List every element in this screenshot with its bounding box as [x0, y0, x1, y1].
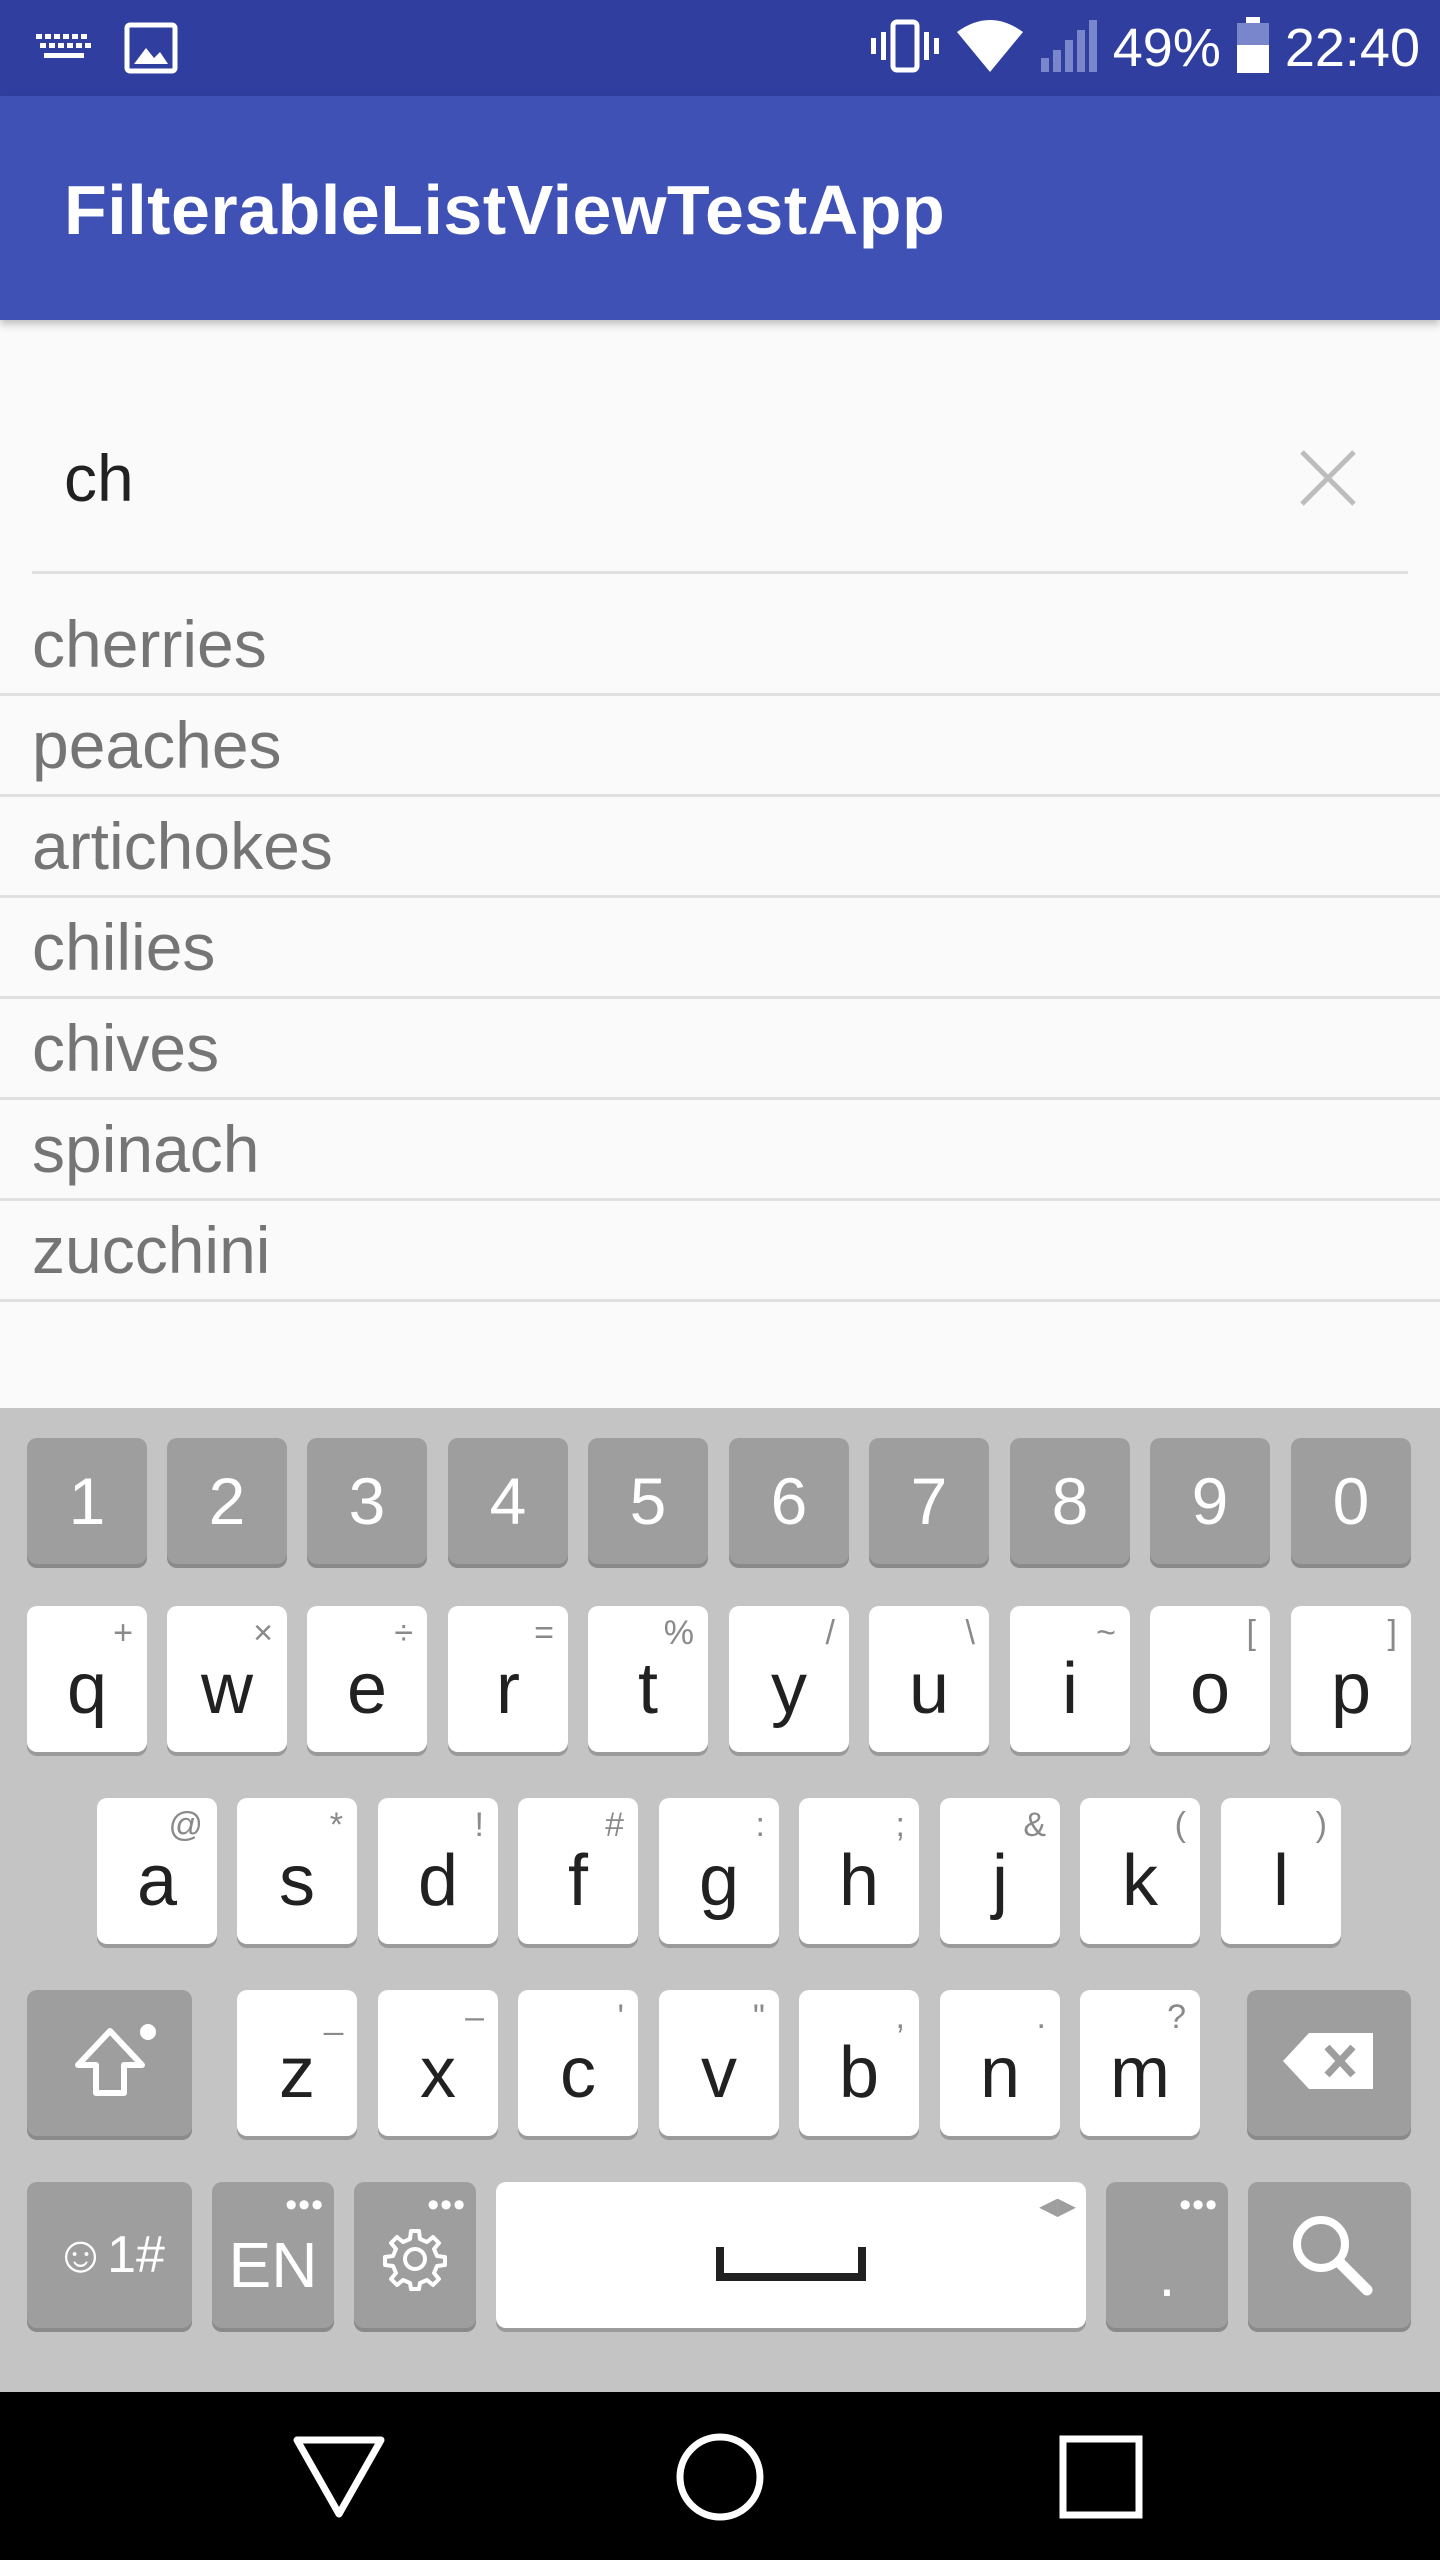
- key-a[interactable]: @ a: [97, 1798, 217, 1944]
- clock: 22:40: [1284, 18, 1420, 78]
- signal-icon: [1039, 18, 1099, 79]
- more-dots: •••: [285, 2186, 324, 2224]
- key-0[interactable]: 0: [1291, 1438, 1411, 1564]
- key-1[interactable]: 1: [27, 1438, 147, 1564]
- space-key[interactable]: ◀▶: [496, 2182, 1086, 2328]
- key-d[interactable]: ! d: [378, 1798, 498, 1944]
- shift-indicator: [140, 2024, 156, 2040]
- soft-keyboard: 1 2 3 4 5 6 7 8 9 0 + q × w ÷ e = r % t / y \ u…: [0, 1408, 1440, 2392]
- key-c[interactable]: ' c: [518, 1990, 638, 2136]
- key-n[interactable]: .n: [940, 1990, 1060, 2136]
- app-title: FilterableListViewTestApp: [64, 171, 946, 249]
- vibrate-icon: [869, 18, 941, 79]
- status-icons: 49% 22:40: [869, 0, 1420, 96]
- settings-icon: [383, 2227, 447, 2296]
- navigation-bar: [0, 2392, 1440, 2560]
- backspace-icon: [1281, 2029, 1377, 2098]
- keyboard-icon: [36, 30, 92, 71]
- key-p[interactable]: ] p: [1291, 1606, 1411, 1752]
- key-b[interactable]: ,b: [799, 1990, 919, 2136]
- settings-key[interactable]: •••: [354, 2182, 476, 2328]
- key-u[interactable]: \ u: [869, 1606, 989, 1752]
- shift-icon: [70, 2021, 150, 2106]
- key-q[interactable]: + q: [27, 1606, 147, 1752]
- key-o[interactable]: [o: [1150, 1606, 1270, 1752]
- key-w[interactable]: × w: [167, 1606, 287, 1752]
- search-key[interactable]: [1248, 2182, 1411, 2328]
- status-bar: 49% 22:40: [0, 0, 1440, 96]
- search-underline: [32, 571, 1408, 574]
- space-icon: [716, 2243, 866, 2288]
- search-input[interactable]: ch: [64, 440, 134, 516]
- key-5[interactable]: 5: [588, 1438, 708, 1564]
- key-g[interactable]: :g: [659, 1798, 779, 1944]
- list-item[interactable]: zucchini: [0, 1201, 1440, 1302]
- key-s[interactable]: * s: [237, 1798, 357, 1944]
- battery-icon: [1235, 16, 1271, 80]
- key-e[interactable]: ÷ e: [307, 1606, 427, 1752]
- key-t[interactable]: % t: [588, 1606, 708, 1752]
- language-key[interactable]: ••• EN: [212, 2182, 334, 2328]
- list-item[interactable]: artichokes: [0, 797, 1440, 898]
- key-v[interactable]: " v: [659, 1990, 779, 2136]
- app-bar: FilterableListViewTestApp: [0, 96, 1440, 320]
- list-item[interactable]: spinach: [0, 1100, 1440, 1201]
- key-8[interactable]: 8: [1010, 1438, 1130, 1564]
- key-7[interactable]: 7: [869, 1438, 989, 1564]
- list-item[interactable]: chilies: [0, 898, 1440, 999]
- key-2[interactable]: 2: [167, 1438, 287, 1564]
- wifi-icon: [955, 18, 1025, 79]
- list-item[interactable]: chives: [0, 999, 1440, 1100]
- key-f[interactable]: # f: [518, 1798, 638, 1944]
- key-9[interactable]: 9: [1150, 1438, 1270, 1564]
- back-icon[interactable]: [284, 2422, 394, 2532]
- symbols-key[interactable]: ☺1#: [27, 2182, 192, 2328]
- key-l[interactable]: ) l: [1221, 1798, 1341, 1944]
- key-h[interactable]: ; h: [799, 1798, 919, 1944]
- key-m[interactable]: ? m: [1080, 1990, 1200, 2136]
- battery-percent: 49%: [1112, 18, 1221, 78]
- search-icon: [1287, 2210, 1373, 2301]
- key-3[interactable]: 3: [307, 1438, 427, 1564]
- image-icon: [124, 22, 178, 79]
- filtered-list: cherries peaches artichokes chilies chiv…: [0, 595, 1440, 1302]
- key-4[interactable]: 4: [448, 1438, 568, 1564]
- key-z[interactable]: _ z: [237, 1990, 357, 2136]
- key-6[interactable]: 6: [729, 1438, 849, 1564]
- list-item[interactable]: cherries: [0, 595, 1440, 696]
- period-key[interactable]: ••• .: [1106, 2182, 1228, 2328]
- search-field[interactable]: ch: [0, 320, 1440, 576]
- key-i[interactable]: ~ i: [1010, 1606, 1130, 1752]
- backspace-key[interactable]: [1247, 1990, 1411, 2136]
- more-dots: •••: [427, 2186, 466, 2224]
- home-icon[interactable]: [665, 2422, 775, 2532]
- key-r[interactable]: = r: [448, 1606, 568, 1752]
- shift-key[interactable]: [27, 1990, 192, 2136]
- key-y[interactable]: / y: [729, 1606, 849, 1752]
- more-dots: •••: [1179, 2186, 1218, 2224]
- recents-icon[interactable]: [1046, 2422, 1156, 2532]
- key-j[interactable]: & j: [940, 1798, 1060, 1944]
- close-icon[interactable]: [1292, 442, 1364, 514]
- list-item[interactable]: peaches: [0, 696, 1440, 797]
- key-x[interactable]: – x: [378, 1990, 498, 2136]
- key-k[interactable]: (k: [1080, 1798, 1200, 1944]
- cursor-arrows-icon: ◀▶: [1039, 2193, 1076, 2220]
